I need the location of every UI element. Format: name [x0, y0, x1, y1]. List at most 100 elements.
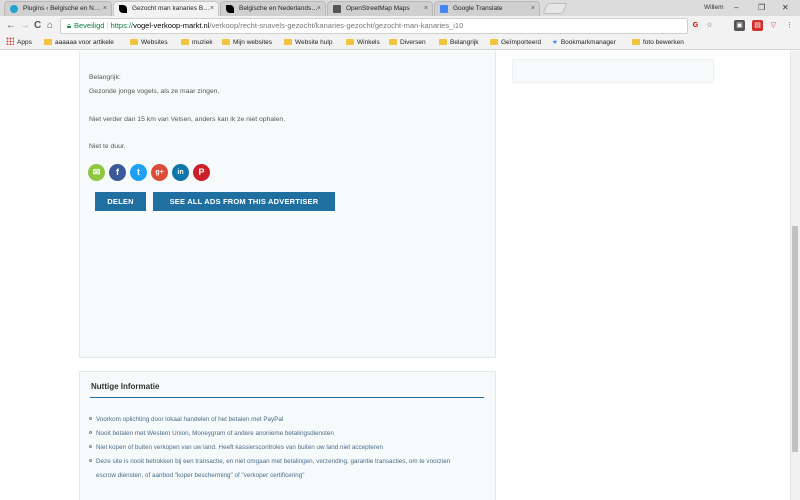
folder-icon	[222, 39, 230, 45]
bookmark-folder[interactable]: Belangrijk	[439, 36, 479, 50]
page-viewport: Belangrijk: Gezonde jonge vogels, als ze…	[0, 51, 790, 500]
secure-label: Beveiligd	[74, 21, 105, 30]
back-icon[interactable]: ←	[6, 19, 16, 33]
tab-close-icon[interactable]: ×	[103, 2, 107, 16]
folder-icon	[632, 39, 640, 45]
url-scheme: https://	[110, 21, 134, 30]
tab-close-icon[interactable]: ×	[210, 2, 214, 16]
menu-icon[interactable]: ⋮	[784, 20, 795, 31]
facebook-share-icon[interactable]: f	[109, 164, 126, 181]
url-path: /verkoop/recht-snavels-gezocht/kanaries-…	[209, 21, 464, 30]
ad-text-line: Belangrijk:	[89, 74, 121, 81]
folder-icon	[439, 39, 447, 45]
bullet-icon	[89, 459, 92, 462]
tab-label: Gezocht man kanaries B…	[132, 5, 210, 12]
translate-favicon-icon	[440, 5, 448, 13]
url-domain: vogel-verkoop-markt.nl	[133, 21, 210, 30]
close-window-icon[interactable]: ✕	[782, 0, 789, 15]
bullet-icon	[89, 445, 92, 448]
bookmark-label: foto bewerken	[643, 39, 684, 46]
bookmark-label: Website hulp	[295, 39, 333, 46]
see-all-ads-button[interactable]: SEE ALL ADS FROM THIS ADVERTISER	[153, 192, 335, 211]
minimize-icon[interactable]: –	[734, 0, 738, 15]
bookmark-folder[interactable]: foto bewerken	[632, 36, 684, 50]
twitter-share-icon[interactable]: t	[130, 164, 147, 181]
bookmark-folder[interactable]: Website hulp	[284, 36, 332, 50]
info-item-text: Nooit betalen met Western Union, Moneygr…	[96, 430, 334, 437]
forward-icon[interactable]: →	[20, 19, 30, 33]
tab-strip: Plugins ‹ Belgische en N… × Gezocht man …	[0, 0, 800, 16]
bookmark-folder[interactable]: Mijn websites	[222, 36, 272, 50]
folder-icon	[181, 39, 189, 45]
info-list-item: Deze site is nooit betrokken bij een tra…	[89, 457, 450, 466]
address-bar[interactable]: 🔒︎ Beveiligd | https://vogel-verkoop-mark…	[60, 18, 688, 34]
bookmark-folder[interactable]: Winkels	[346, 36, 380, 50]
info-item-text: Deze site is nooit betrokken bij een tra…	[96, 458, 451, 465]
ad-text-line: Niet verder dan 15 km van Velsen, anders…	[89, 116, 286, 123]
folder-icon	[130, 39, 138, 45]
bookmark-label: muziek	[192, 39, 213, 46]
tab-label: Google Translate	[453, 5, 503, 12]
new-tab-button[interactable]	[542, 3, 568, 14]
bookmark-folder[interactable]: Websites	[130, 36, 168, 50]
bookmark-apps[interactable]: Apps	[6, 36, 32, 50]
folder-icon	[44, 39, 52, 45]
restore-icon[interactable]: ❐	[758, 0, 765, 15]
profile-name[interactable]: Willem	[704, 0, 724, 15]
bookmark-star-icon[interactable]: ☆	[704, 20, 715, 31]
bullet-icon	[89, 417, 92, 420]
bird-favicon-icon	[226, 5, 234, 13]
info-list-item-continued: escrow diensten, of aanbod "koper besche…	[96, 472, 305, 479]
info-title: Nuttige Informatie	[91, 382, 160, 391]
tab-belgische[interactable]: Belgische en Nederlands… ×	[220, 1, 326, 16]
share-button[interactable]: DELEN	[95, 192, 146, 211]
extension-square-icon[interactable]: ▣	[734, 20, 745, 31]
tab-plugins[interactable]: Plugins ‹ Belgische en N… ×	[4, 1, 112, 16]
ad-text-line: Gezonde jonge vogels, als ze maar zingen…	[89, 88, 220, 95]
apps-grid-icon	[6, 37, 14, 45]
tab-label: Belgische en Nederlands…	[239, 5, 318, 12]
tab-openstreetmap[interactable]: OpenStreetMap Maps ×	[327, 1, 433, 16]
googleplus-share-icon[interactable]: g+	[151, 164, 168, 181]
scrollbar-thumb[interactable]	[792, 226, 798, 452]
info-title-underline	[90, 397, 484, 398]
bird-favicon-icon	[119, 5, 127, 13]
bookmark-folder[interactable]: aaaaaa voor artikele	[44, 36, 114, 50]
bookmark-label: Websites	[141, 39, 168, 46]
folder-icon	[284, 39, 292, 45]
info-list-item: Voorkom oplichting door lokaal handelen …	[89, 415, 283, 424]
tab-close-icon[interactable]: ×	[531, 2, 535, 16]
lock-icon: 🔒︎	[67, 21, 71, 30]
sidebar-box	[512, 59, 714, 83]
tab-close-icon[interactable]: ×	[424, 2, 428, 16]
tab-gezocht[interactable]: Gezocht man kanaries B… ×	[113, 1, 219, 16]
tab-google-translate[interactable]: Google Translate ×	[434, 1, 540, 16]
bookmark-manager[interactable]: ★ Bookmarkmanager	[552, 36, 616, 50]
info-item-text: Niet kopen of buiten verkopen van uw lan…	[96, 444, 384, 451]
tab-close-icon[interactable]: ×	[317, 2, 321, 16]
ad-text-line: Niet te duur.	[89, 143, 126, 150]
bookmark-label: aaaaaa voor artikele	[55, 39, 114, 46]
info-list-item: Niet kopen of buiten verkopen van uw lan…	[89, 443, 383, 452]
linkedin-share-icon[interactable]: in	[172, 164, 189, 181]
reload-icon[interactable]: C	[34, 19, 41, 33]
bookmark-folder[interactable]: muziek	[181, 36, 213, 50]
bookmark-folder[interactable]: Geïmporteerd	[490, 36, 541, 50]
plugins-favicon-icon	[10, 5, 18, 13]
google-icon[interactable]: G	[690, 20, 701, 31]
shield-icon[interactable]: ▽	[768, 20, 779, 31]
bookmark-label: Diversen	[400, 39, 426, 46]
extension-red-icon[interactable]: ▤	[752, 20, 763, 31]
home-icon[interactable]: ⌂	[47, 19, 53, 33]
pinterest-share-icon[interactable]: P	[193, 164, 210, 181]
tab-label: OpenStreetMap Maps	[346, 5, 410, 12]
bookmark-label: Mijn websites	[233, 39, 273, 46]
email-share-icon[interactable]: ✉	[88, 164, 105, 181]
bookmarks-bar: Apps aaaaaa voor artikele Websites muzie…	[0, 36, 800, 50]
bookmark-folder[interactable]: Diversen	[389, 36, 426, 50]
bullet-icon	[89, 431, 92, 434]
folder-icon	[389, 39, 397, 45]
folder-icon	[490, 39, 498, 45]
map-favicon-icon	[333, 5, 341, 13]
bookmark-label: Geïmporteerd	[501, 39, 542, 46]
